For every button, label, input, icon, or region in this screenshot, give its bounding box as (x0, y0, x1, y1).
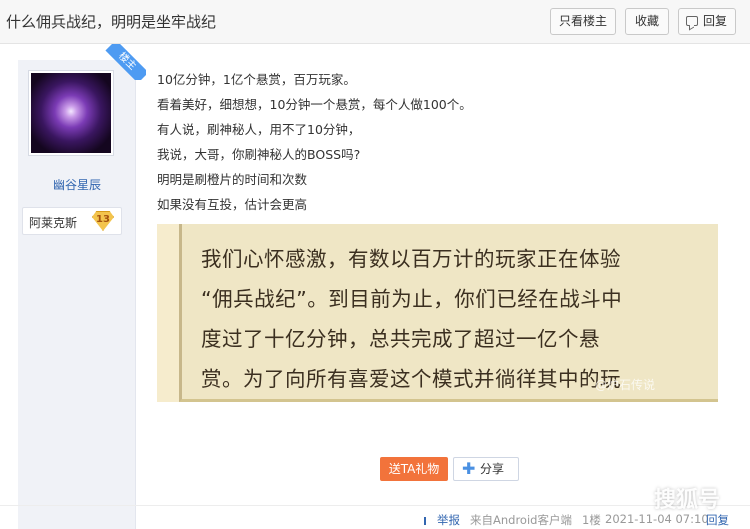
report-label: 举报 (437, 513, 460, 527)
only-op-button[interactable]: 只看楼主 (550, 8, 616, 35)
post-line: 看着美好，细想想，10分钟一个悬赏，每个人做100个。 (157, 97, 472, 112)
floor-number: 1楼 (582, 513, 601, 527)
reply-button[interactable]: 回复 (678, 8, 736, 35)
level-badge-box[interactable]: 阿莱克斯 13 (22, 207, 122, 235)
level-name: 阿莱克斯 (29, 216, 78, 230)
level-number-icon: 13 (92, 211, 114, 231)
post-line: 有人说，刷神秘人，用不了10分钟， (157, 122, 361, 137)
image-text-line: 赏。为了向所有喜爱这个模式并徜徉其中的玩 (201, 367, 621, 391)
favorite-button[interactable]: 收藏 (625, 8, 669, 35)
image-text-line: 度过了十亿分钟，总共完成了超过一亿个悬 (201, 327, 600, 351)
send-gift-button[interactable]: 送TA礼物 (380, 457, 448, 481)
share-button-label: 分享 (480, 462, 505, 476)
plus-icon: ✚ (462, 459, 476, 478)
post-source: 来自Android客户端 (470, 513, 572, 527)
image-text-line: “佣兵战纪”。到目前为止，你们已经在战斗中 (201, 287, 623, 311)
post-line: 如果没有互投，估计会更高 (157, 197, 308, 212)
post-image[interactable]: 我们心怀感激，有数以百万计的玩家正在体验 “佣兵战纪”。到目前为止，你们已经在战… (157, 224, 718, 402)
post-footer: 举报 来自Android客户端 1楼 2021-11-04 07:10 回复 (0, 505, 750, 529)
share-button[interactable]: ✚ 分享 (453, 457, 519, 481)
post-time: 2021-11-04 07:10 (605, 512, 709, 526)
report-link[interactable]: 举报 (424, 512, 460, 528)
avatar[interactable] (28, 70, 114, 156)
author-username[interactable]: 幽谷星辰 (18, 176, 136, 193)
image-text-line: 我们心怀感激，有数以百万计的玩家正在体验 (201, 247, 621, 271)
post-line: 明明是刷橙片的时间和次数 (157, 172, 308, 187)
footer-reply-link[interactable]: 回复 (706, 512, 729, 528)
reply-button-label: 回复 (702, 14, 727, 28)
reply-icon (686, 16, 698, 26)
post-line: 10亿分钟，1亿个悬赏，百万玩家。 (157, 72, 356, 87)
post-line: 我说，大哥，你刷神秘人的BOSS吗? (157, 147, 361, 162)
flag-icon (424, 517, 434, 525)
post-content: 10亿分钟，1亿个悬赏，百万玩家。 看着美好，细想想，10分钟一个悬赏，每个人做… (157, 70, 727, 220)
thread-header: 什么佣兵战纪，明明是坐牢战纪 只看楼主 收藏 回复 (0, 0, 750, 44)
image-watermark: @炉石传说 (595, 378, 656, 392)
brand-watermark: 搜狐号 (654, 488, 721, 513)
thread-title: 什么佣兵战纪，明明是坐牢战纪 (6, 13, 217, 31)
avatar-image (31, 73, 111, 153)
